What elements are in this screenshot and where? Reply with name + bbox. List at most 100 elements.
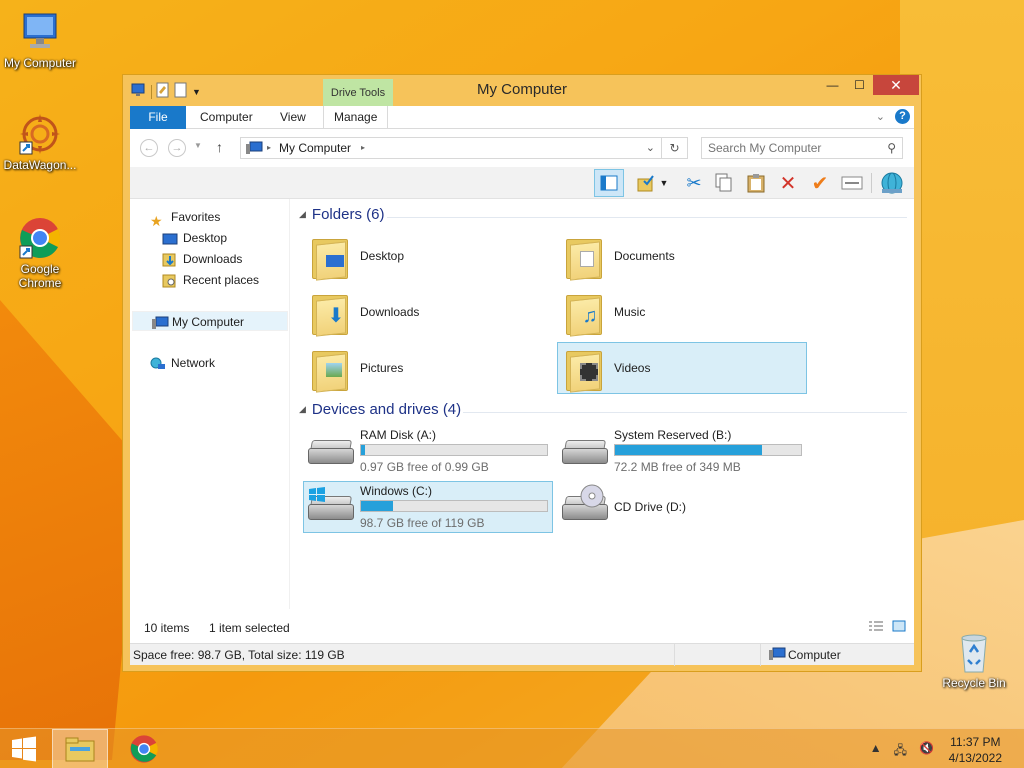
preview-pane-button[interactable] — [594, 169, 624, 197]
maximize-button[interactable]: ☐ — [846, 75, 873, 95]
nav-my-computer[interactable]: My Computer — [132, 311, 288, 331]
computer-small-icon — [151, 316, 169, 330]
nav-network[interactable]: Network — [150, 353, 215, 373]
drive-tile-system-reserved[interactable]: System Reserved (B:) 72.2 MB free of 349… — [557, 425, 807, 477]
address-dropdown-chevron-icon[interactable]: ⌄ — [646, 141, 655, 154]
hard-drive-icon — [308, 438, 354, 470]
star-icon: ★ — [150, 212, 163, 229]
drive-name: RAM Disk (A:) — [360, 428, 436, 442]
folder-name: Documents — [614, 249, 675, 263]
folder-tile-desktop[interactable]: Desktop — [303, 230, 553, 282]
chrome-icon — [18, 216, 62, 260]
volume-muted-icon[interactable]: 🔇 — [919, 741, 934, 762]
desktop-icon-chrome[interactable]: Google Chrome — [0, 216, 80, 290]
details-view-icon[interactable] — [868, 620, 884, 635]
content-area: ★ Favorites Desktop Downloads Recent plac… — [130, 199, 914, 643]
network-status-icon[interactable]: 🖧 — [894, 741, 907, 762]
network-globe-icon[interactable] — [880, 171, 904, 195]
folder-tile-videos[interactable]: Videos — [557, 342, 807, 394]
taskbar-file-explorer[interactable] — [52, 729, 108, 768]
delete-x-icon[interactable]: ✕ — [776, 171, 800, 195]
group-header-folders[interactable]: ◢ Folders (6) — [299, 206, 384, 226]
clock-time: 11:37 PM — [950, 735, 1001, 749]
desktop-icon-my-computer[interactable]: My Computer — [0, 10, 80, 70]
copy-icon[interactable] — [712, 171, 736, 195]
recent-places-icon — [162, 274, 178, 288]
start-button[interactable] — [0, 729, 48, 768]
item-count: 10 items — [144, 621, 190, 635]
drive-tile-cd-drive[interactable]: CD Drive (D:) — [557, 481, 807, 533]
drive-free-space: 72.2 MB free of 349 MB — [614, 460, 741, 474]
tab-manage[interactable]: Manage — [323, 106, 389, 129]
nav-item-label: Desktop — [183, 231, 228, 245]
desktop-icon-label: My Computer — [3, 56, 77, 70]
selection-count: 1 item selected — [209, 621, 290, 635]
drive-tile-windows-c[interactable]: Windows (C:) 98.7 GB free of 119 GB — [303, 481, 553, 533]
folder-name: Pictures — [360, 361, 404, 375]
computer-monitor-icon — [18, 10, 62, 54]
toolbar-divider — [871, 173, 872, 193]
breadcrumb-separator-icon[interactable]: ▸ — [267, 143, 271, 152]
expand-ribbon-chevron-icon[interactable]: ⌄ — [876, 110, 885, 123]
tab-view[interactable]: View — [270, 106, 316, 129]
drive-name: System Reserved (B:) — [614, 428, 732, 442]
select-files-icon[interactable] — [634, 171, 658, 195]
recent-locations-chevron-icon[interactable]: ▼ — [194, 141, 202, 150]
breadcrumb-my-computer[interactable]: My Computer — [279, 141, 351, 155]
desktop-icon-label: Recycle Bin — [942, 676, 1006, 690]
cd-drive-icon — [562, 484, 608, 526]
chevron-down-icon[interactable]: ▼ — [658, 171, 670, 195]
paste-clipboard-icon[interactable] — [744, 171, 768, 195]
folder-tile-music[interactable]: ♫ Music — [557, 286, 807, 338]
collapse-triangle-icon: ◢ — [299, 404, 306, 414]
close-button[interactable]: ✕ — [873, 75, 919, 95]
tab-computer[interactable]: Computer — [190, 106, 263, 129]
taskbar-clock[interactable]: 11:37 PM 4/13/2022 — [949, 734, 1002, 766]
address-bar-row: ← → ▼ ↑ ▸ My Computer ▸ ⌄ ↻ ⚲ — [130, 129, 914, 167]
drive-tile-ram-disk[interactable]: RAM Disk (A:) 0.97 GB free of 0.99 GB — [303, 425, 553, 477]
cut-scissors-icon[interactable]: ✂ — [682, 171, 706, 195]
downloads-icon — [162, 253, 178, 267]
show-hidden-icons-chevron-icon[interactable]: ▲ — [870, 741, 882, 762]
checkmark-icon[interactable]: ✔ — [808, 171, 832, 195]
collapse-triangle-icon: ◢ — [299, 209, 306, 219]
up-arrow-button[interactable]: ↑ — [216, 139, 223, 155]
rename-icon[interactable] — [840, 171, 864, 195]
videos-folder-icon — [566, 347, 602, 393]
nav-item-label: Downloads — [183, 252, 243, 266]
search-icon[interactable]: ⚲ — [887, 141, 896, 155]
group-title: Folders (6) — [311, 206, 385, 223]
title-bar[interactable]: ▼ Drive Tools My Computer — ☐ ✕ — [123, 75, 921, 107]
folder-tile-pictures[interactable]: Pictures — [303, 342, 553, 394]
nav-favorites[interactable]: ★ Favorites — [150, 207, 221, 229]
nav-favorites-label: Favorites — [171, 210, 221, 224]
status-divider — [674, 644, 675, 666]
large-icons-view-icon[interactable] — [892, 620, 906, 635]
breadcrumb-separator-icon[interactable]: ▸ — [361, 143, 365, 152]
folder-tile-documents[interactable]: Documents — [557, 230, 807, 282]
desktop-icon-recycle-bin[interactable]: Recycle Bin — [934, 630, 1014, 690]
tab-file[interactable]: File — [130, 106, 186, 129]
help-icon[interactable]: ? — [895, 109, 910, 124]
nav-item-downloads[interactable]: Downloads — [162, 249, 242, 269]
drive-usage-bar — [360, 444, 548, 456]
search-input[interactable] — [702, 138, 872, 158]
nav-item-desktop[interactable]: Desktop — [162, 228, 227, 248]
folder-tile-downloads[interactable]: ⬇ Downloads — [303, 286, 553, 338]
desktop-icon-datawagon[interactable]: DataWagon... — [0, 112, 80, 172]
drive-usage-fill — [615, 445, 762, 455]
computer-small-icon — [768, 647, 786, 664]
refresh-button[interactable]: ↻ — [662, 137, 688, 159]
back-button[interactable]: ← — [140, 139, 158, 157]
taskbar: ▲ 🖧 🔇 11:37 PM 4/13/2022 — [0, 728, 1024, 768]
forward-button[interactable]: → — [168, 139, 186, 157]
minimize-button[interactable]: — — [819, 75, 846, 95]
group-header-drives[interactable]: ◢ Devices and drives (4) — [299, 401, 461, 421]
folder-name: Downloads — [360, 305, 420, 319]
nav-item-recent-places[interactable]: Recent places — [162, 270, 259, 290]
search-box[interactable]: ⚲ — [701, 137, 903, 159]
address-field[interactable]: ▸ My Computer ▸ ⌄ — [240, 137, 662, 159]
nav-item-label: Recent places — [183, 273, 260, 287]
taskbar-chrome[interactable] — [116, 729, 172, 768]
items-view: ◢ Folders (6) Desktop Documents ⬇ Downloa… — [295, 199, 914, 609]
